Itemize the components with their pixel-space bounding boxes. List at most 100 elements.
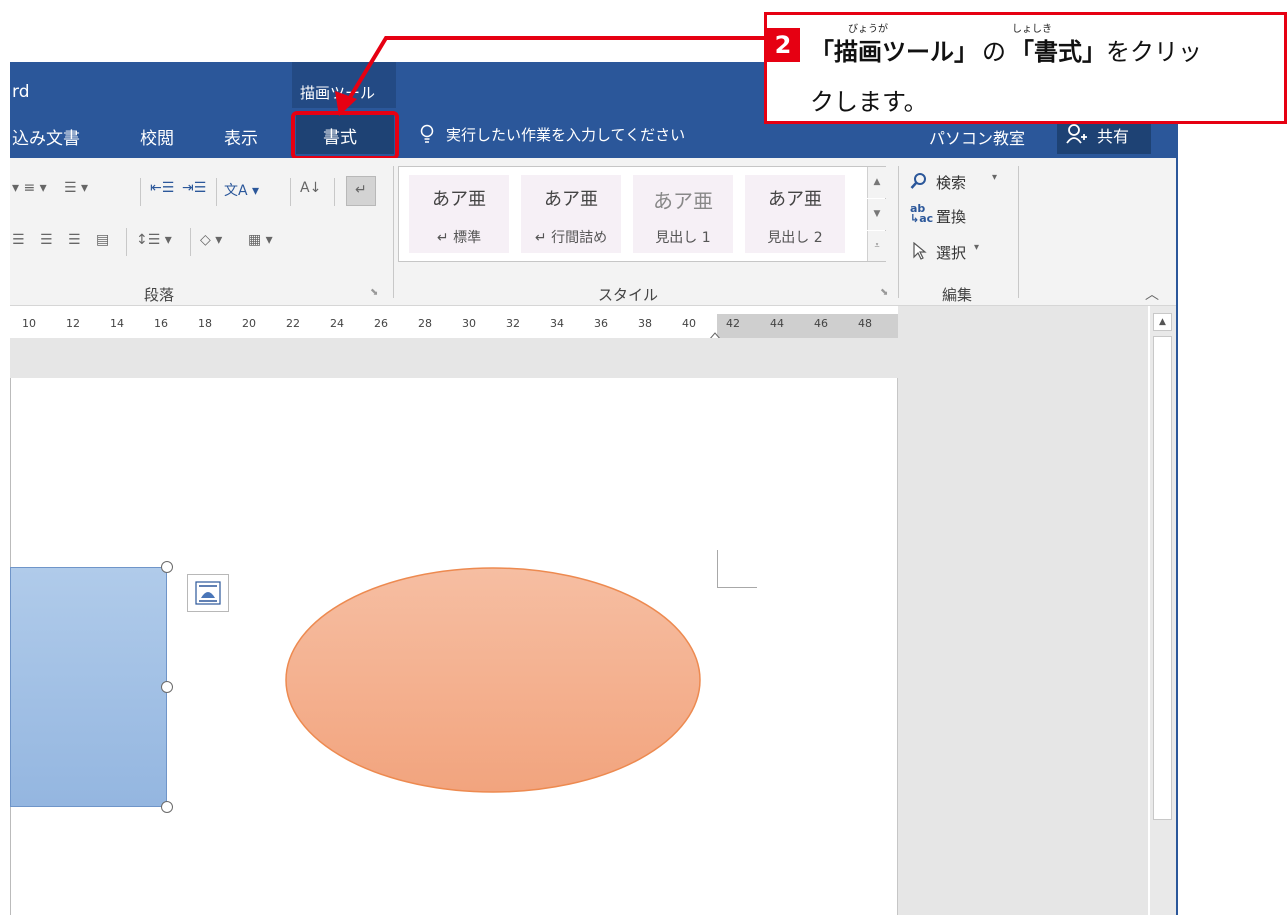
align-center-icon[interactable]: ☰ [40, 232, 53, 248]
ruler-tick: 36 [594, 317, 608, 330]
ruler-tick: 34 [550, 317, 564, 330]
resize-handle[interactable] [161, 801, 173, 813]
window-edge [1176, 62, 1178, 915]
scroll-up-button[interactable]: ▲ [1153, 313, 1172, 331]
ruler-tick: 30 [462, 317, 476, 330]
callout-line-2: クします。 [810, 88, 928, 116]
ruler-tick: 32 [506, 317, 520, 330]
user-name[interactable]: パソコン教室 [929, 125, 1025, 149]
select-label: 選択 [936, 244, 967, 262]
collapse-ribbon-icon[interactable]: ︿ [1145, 284, 1159, 304]
style-normal[interactable]: あア亜 ↵ 標準 [409, 175, 509, 253]
paragraph-mark-icon: ↵ [355, 182, 367, 198]
scrollbar-thumb[interactable] [1153, 336, 1172, 820]
replace-label: 置換 [936, 208, 967, 226]
ruler-tick: 18 [198, 317, 212, 330]
chevron-down-icon: ▾ [974, 242, 980, 253]
numbering-icon[interactable]: ▾ ≡ ▾ [12, 180, 47, 196]
callout-click: をクリッ [1106, 38, 1202, 66]
separator [190, 228, 191, 256]
asian-layout-icon[interactable]: 文A ▾ [224, 180, 259, 200]
style-heading-1[interactable]: あア亜 見出し 1 [633, 175, 733, 253]
style-name: 見出し 1 [655, 230, 711, 246]
cursor-arrow-icon [913, 242, 927, 260]
ruler-tick: 16 [154, 317, 168, 330]
ruler-tick: 26 [374, 317, 388, 330]
align-left-icon[interactable]: ☰ [12, 232, 25, 248]
ruler-tick: 12 [66, 317, 80, 330]
replace-button[interactable]: ab ↳ac 置換 [910, 202, 1010, 228]
style-sample: あア亜 [653, 189, 713, 213]
gallery-scroll-up-button[interactable]: ▲ [867, 167, 886, 198]
share-label: 共有 [1097, 127, 1130, 146]
styles-group-label: スタイル [598, 286, 659, 304]
resize-handle[interactable] [161, 681, 173, 693]
separator [126, 228, 127, 256]
paragraph-group-label: 段落 [144, 286, 175, 304]
tab-review[interactable]: 校閲 [140, 124, 174, 149]
style-name: ↵ 標準 [436, 230, 482, 246]
step-number: 2 [766, 28, 800, 62]
person-add-icon [1066, 124, 1087, 144]
paragraph-dialog-launcher-icon[interactable]: ⬊ [370, 287, 378, 298]
tell-me-placeholder: 実行したい作業を入力してください [446, 126, 686, 144]
contextual-tab-group-label: 描画ツール [300, 84, 376, 102]
tab-view[interactable]: 表示 [224, 124, 258, 149]
resize-handle[interactable] [161, 561, 173, 573]
callout-particle: の [982, 38, 1006, 66]
callout-line-1: 「描画ツール」の「書式」をクリッ [810, 32, 1202, 67]
separator [334, 178, 335, 206]
separator [898, 166, 899, 298]
ellipse-shape[interactable] [284, 566, 704, 796]
ruler-tick: 40 [682, 317, 696, 330]
callout-drawing-tools: 「描画ツール」 [810, 38, 978, 66]
style-name: ↵ 行間詰め [534, 230, 608, 246]
borders-icon[interactable]: ▦ ▾ [248, 232, 273, 248]
increase-indent-icon[interactable]: ⇥☰ [182, 180, 206, 196]
style-name: 見出し 2 [767, 230, 823, 246]
tab-mailings[interactable]: 込み文書 [12, 124, 80, 149]
gallery-more-button[interactable]: ⩡ [867, 231, 886, 261]
style-sample: あア亜 [432, 189, 486, 210]
style-sample: あア亜 [768, 189, 822, 210]
align-right-icon[interactable]: ☰ [68, 232, 81, 248]
replace-icon: ab ↳ac [910, 202, 934, 225]
ruler-tick: 14 [110, 317, 124, 330]
layout-options-button[interactable] [187, 574, 229, 612]
find-button[interactable]: 検索 ▾ [910, 170, 1010, 194]
rectangle-shape[interactable] [10, 567, 167, 807]
layout-options-icon [195, 581, 221, 605]
ruler-tick: 42 [726, 317, 740, 330]
separator [1018, 166, 1019, 298]
select-button[interactable]: 選択 ▾ [910, 240, 1010, 264]
ruler-tick: 22 [286, 317, 300, 330]
style-sample: あア亜 [544, 189, 598, 210]
styles-dialog-launcher-icon[interactable]: ⬊ [880, 287, 888, 298]
margin-corner-mark [717, 550, 757, 588]
search-icon [910, 173, 926, 189]
ruler-tick: 24 [330, 317, 344, 330]
ruler-tick: 28 [418, 317, 432, 330]
decrease-indent-icon[interactable]: ⇤☰ [150, 180, 174, 196]
style-no-spacing[interactable]: あア亜 ↵ 行間詰め [521, 175, 621, 253]
line-spacing-icon[interactable]: ↕☰ ▾ [136, 232, 172, 248]
sort-icon[interactable]: A↓ [300, 180, 321, 196]
format-tab-highlight [291, 111, 399, 160]
ruler-tick: 38 [638, 317, 652, 330]
chevron-down-icon: ▾ [992, 172, 998, 183]
find-label: 検索 [936, 174, 967, 192]
shading-icon[interactable]: ◇ ▾ [200, 232, 222, 248]
show-formatting-marks-button[interactable]: ↵ [346, 176, 376, 206]
separator [216, 178, 217, 206]
ruler-tick: 48 [858, 317, 872, 330]
app-title: rd [12, 82, 30, 102]
editing-group-label: 編集 [942, 286, 973, 304]
separator [290, 178, 291, 206]
multilevel-list-icon[interactable]: ☰ ▾ [64, 180, 88, 196]
ruler-tick: 10 [22, 317, 36, 330]
styles-gallery: あア亜 ↵ 標準 あア亜 ↵ 行間詰め あア亜 見出し 1 あア亜 見出し 2 … [398, 166, 886, 262]
gallery-scroll-down-button[interactable]: ▼ [867, 199, 886, 230]
separator [393, 166, 394, 298]
style-heading-2[interactable]: あア亜 見出し 2 [745, 175, 845, 253]
justify-icon[interactable]: ▤ [96, 232, 109, 248]
